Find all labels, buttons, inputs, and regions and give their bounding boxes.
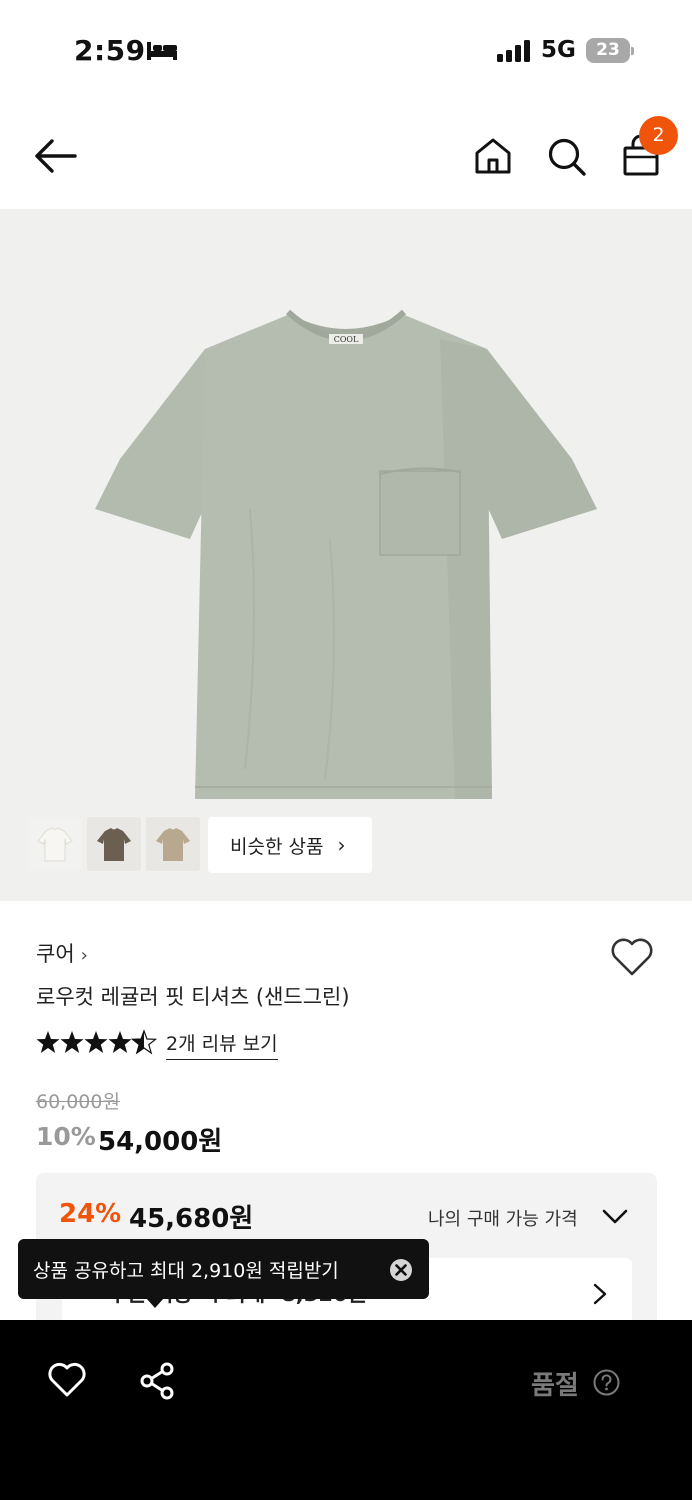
- my-price: 45,680원: [129, 1204, 254, 1234]
- home-icon[interactable]: [474, 137, 512, 175]
- rating-stars: [36, 1030, 157, 1054]
- share-reward-tooltip: 상품 공유하고 최대 2,910원 적립받기: [18, 1239, 429, 1299]
- collar-label: COOL: [334, 335, 359, 344]
- chevron-right-icon: ›: [80, 945, 88, 966]
- chevron-right-icon: ›: [337, 833, 346, 857]
- star-icon: [84, 1031, 108, 1053]
- help-icon[interactable]: [593, 1369, 620, 1396]
- search-icon[interactable]: [547, 137, 587, 177]
- my-price-label[interactable]: 나의 구매 가능 가격: [428, 1205, 578, 1231]
- similar-products-button[interactable]: 비슷한 상품 ›: [208, 817, 372, 873]
- original-price: 60,000원: [36, 1091, 120, 1113]
- chevron-right-icon[interactable]: [592, 1283, 608, 1305]
- status-bar: 2:59 5G 23: [0, 0, 692, 100]
- product-image[interactable]: COOL: [0, 209, 692, 901]
- thumbnail-beige[interactable]: [146, 817, 200, 871]
- network-type: 5G: [541, 37, 576, 63]
- close-icon[interactable]: [389, 1258, 413, 1282]
- similar-products-label: 비슷한 상품: [230, 835, 324, 858]
- bottom-action-bar: [0, 1320, 692, 1500]
- color-thumbnails: [28, 817, 200, 871]
- reviews-link[interactable]: 2개 리뷰 보기: [166, 1029, 278, 1060]
- tshirt-illustration: COOL: [95, 309, 597, 799]
- star-icon: [108, 1031, 132, 1053]
- sleep-mode-icon: [147, 42, 177, 60]
- brand-name: 쿠어: [36, 942, 75, 966]
- star-icon: [60, 1031, 84, 1053]
- discount-rate: 10%: [36, 1122, 96, 1151]
- product-name: 로우컷 레귤러 핏 티셔츠 (샌드그린): [36, 985, 350, 1009]
- my-discount-rate: 24%: [59, 1199, 122, 1229]
- tooltip-text: 상품 공유하고 최대 2,910원 적립받기: [33, 1259, 339, 1282]
- thumbnail-white[interactable]: [28, 817, 82, 871]
- brand-link[interactable]: 쿠어 ›: [36, 938, 88, 968]
- sold-out-label: 품절: [531, 1371, 579, 1401]
- sale-price: 54,000원: [98, 1127, 223, 1157]
- thumbnail-brown[interactable]: [87, 817, 141, 871]
- back-arrow-icon[interactable]: [34, 138, 78, 174]
- battery-icon: 23: [586, 38, 634, 64]
- status-time: 2:59: [74, 34, 146, 67]
- share-icon[interactable]: [139, 1362, 177, 1400]
- star-icon: [36, 1031, 60, 1053]
- signal-icon: [497, 40, 530, 62]
- wishlist-heart-icon[interactable]: [48, 1362, 86, 1398]
- tooltip-tail: [146, 1298, 164, 1308]
- cart-count-badge: 2: [639, 116, 678, 155]
- chevron-down-icon[interactable]: [602, 1208, 628, 1226]
- battery-level: 23: [586, 38, 630, 63]
- wishlist-heart-icon[interactable]: [610, 937, 654, 977]
